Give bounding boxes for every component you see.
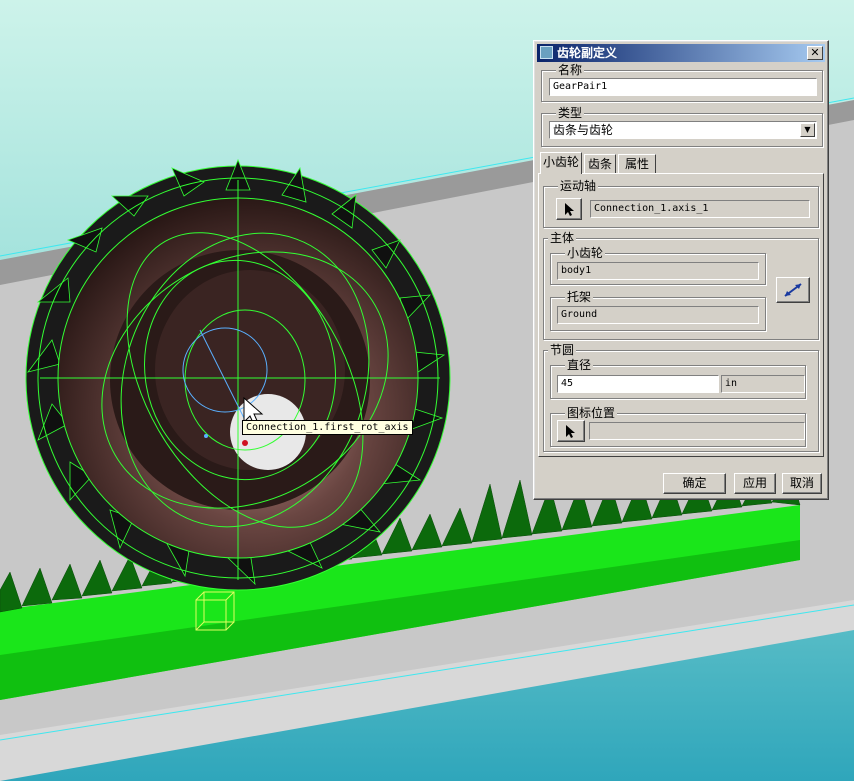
diameter-group: 直径 45 in — [550, 358, 806, 399]
carrier-body-field[interactable]: Ground — [557, 306, 759, 324]
tab-properties[interactable]: 属性 — [618, 154, 656, 173]
gear-pair-dialog: 齿轮副定义 ✕ 名称 GearPair1 类型 齿条与齿轮 ▼ 小齿轮 齿条 属… — [533, 40, 829, 500]
icon-position-select-button[interactable] — [557, 420, 585, 442]
apply-button[interactable]: 应用 — [734, 473, 776, 494]
carrier-body-group: 托架 Ground — [550, 290, 766, 331]
body-group: 主体 小齿轮 body1 托架 Ground — [543, 231, 819, 340]
type-group: 类型 齿条与齿轮 ▼ — [541, 106, 823, 147]
dialog-titlebar[interactable]: 齿轮副定义 ✕ — [537, 44, 825, 62]
icon-position-group: 图标位置 — [550, 406, 806, 447]
diameter-label: 直径 — [565, 358, 594, 372]
type-selected-value: 齿条与齿轮 — [553, 123, 614, 137]
carrier-body-label: 托架 — [565, 290, 594, 304]
pinion-body-field[interactable]: body1 — [557, 262, 759, 280]
ok-button[interactable]: 确定 — [663, 473, 726, 494]
swap-icon — [784, 283, 802, 297]
pinion-body-group: 小齿轮 body1 — [550, 246, 766, 285]
dialog-title: 齿轮副定义 — [557, 46, 618, 60]
arrow-cursor-icon — [565, 203, 574, 216]
body-label: 主体 — [548, 231, 577, 245]
motion-axis-label: 运动轴 — [558, 179, 599, 193]
icon-position-field[interactable] — [589, 422, 805, 440]
pinion-body-label: 小齿轮 — [565, 246, 606, 260]
type-label: 类型 — [556, 106, 585, 120]
icon-position-label: 图标位置 — [565, 406, 618, 420]
app-icon — [540, 46, 553, 59]
cancel-button[interactable]: 取消 — [782, 473, 822, 494]
motion-axis-select-button[interactable] — [556, 198, 582, 220]
name-label: 名称 — [556, 63, 585, 77]
swap-bodies-button[interactable] — [776, 277, 810, 303]
name-group: 名称 GearPair1 — [541, 63, 823, 102]
tab-panel-pinion: 运动轴 Connection_1.axis_1 主体 小齿轮 body1 托架 … — [538, 173, 824, 457]
motion-axis-group: 运动轴 Connection_1.axis_1 — [543, 179, 819, 228]
type-select[interactable]: 齿条与齿轮 ▼ — [549, 121, 817, 139]
arrow-cursor-icon — [566, 425, 575, 438]
diameter-unit: in — [721, 375, 805, 393]
motion-axis-field[interactable]: Connection_1.axis_1 — [590, 200, 810, 218]
name-input[interactable]: GearPair1 — [549, 78, 817, 96]
tab-rack[interactable]: 齿条 — [584, 154, 616, 173]
pitch-circle-label: 节圆 — [548, 343, 577, 357]
close-icon[interactable]: ✕ — [807, 46, 823, 60]
axis-tooltip: Connection_1.first_rot_axis — [242, 420, 413, 435]
tab-pinion[interactable]: 小齿轮 — [540, 152, 582, 174]
diameter-input[interactable]: 45 — [557, 375, 719, 393]
chevron-down-icon[interactable]: ▼ — [800, 123, 815, 137]
pitch-circle-group: 节圆 直径 45 in 图标位置 — [543, 343, 819, 452]
